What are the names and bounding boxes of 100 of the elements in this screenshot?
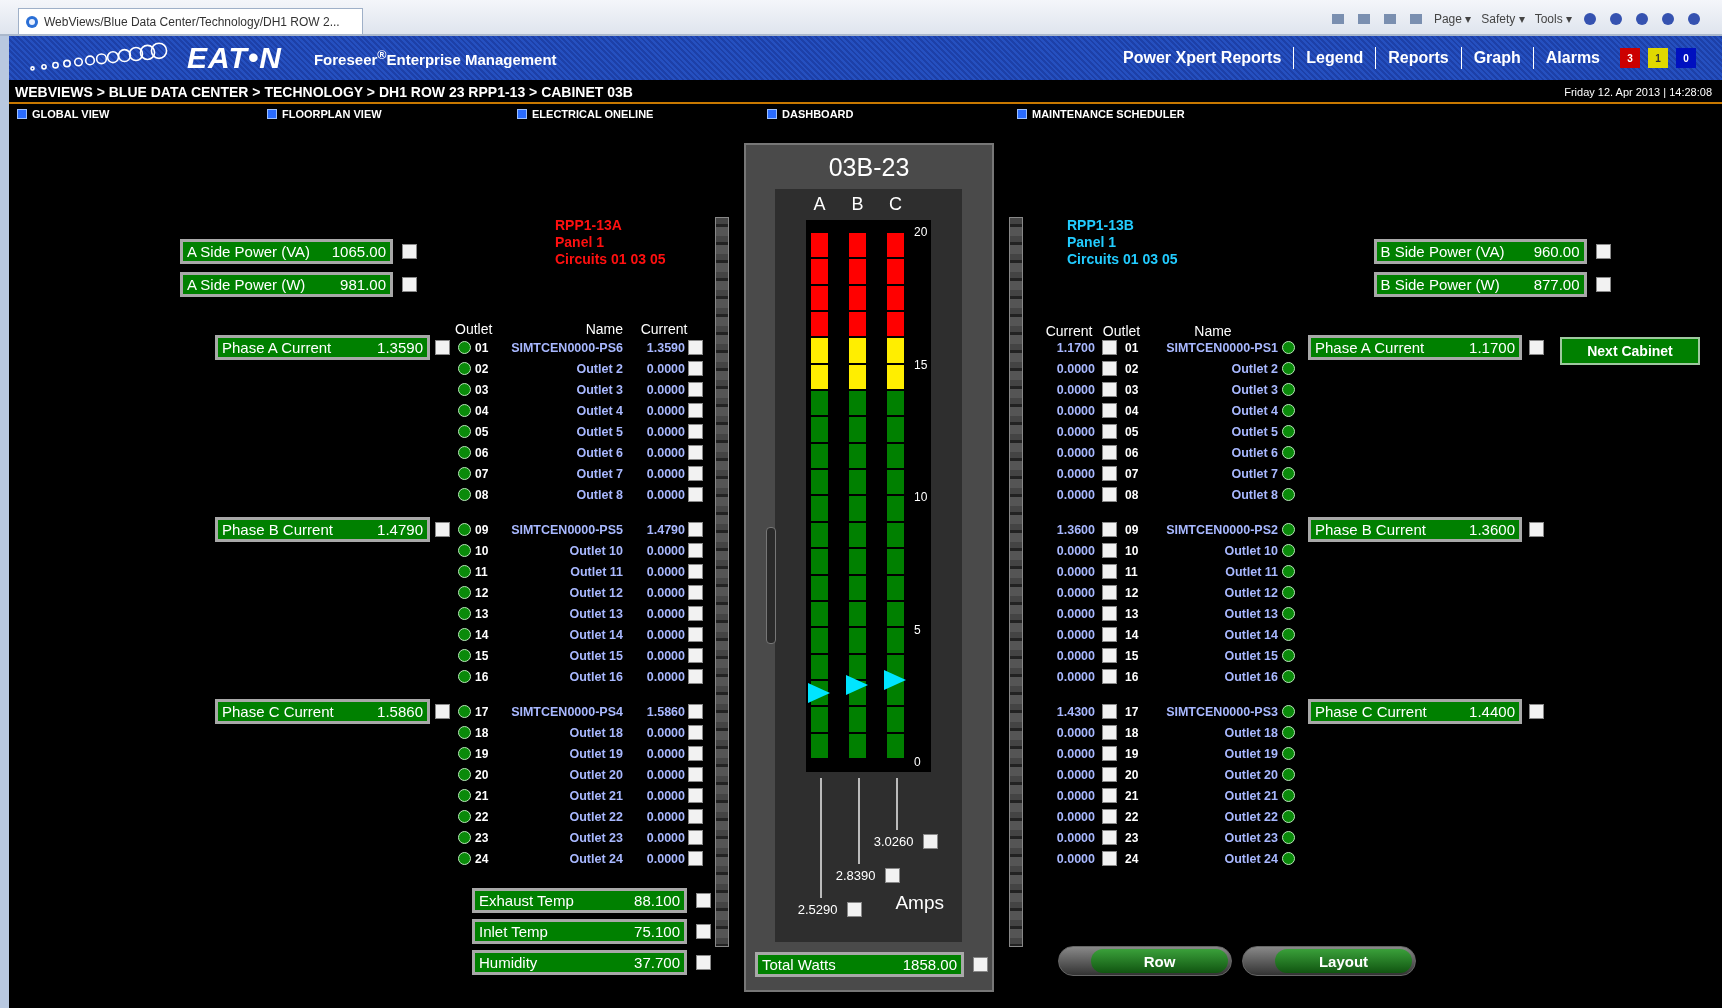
nav-link[interactable]: Graph — [1461, 49, 1533, 67]
checkbox[interactable] — [1101, 424, 1117, 439]
outlet-name[interactable]: Outlet 2 — [497, 361, 623, 376]
checkbox[interactable] — [687, 704, 703, 719]
toolbar-icon[interactable] — [1381, 11, 1398, 27]
outlet-name[interactable]: Outlet 3 — [497, 382, 623, 397]
outlet-name[interactable]: Outlet 6 — [1148, 445, 1278, 460]
outlet-name[interactable]: Outlet 10 — [1148, 543, 1278, 558]
checkbox[interactable] — [687, 361, 703, 376]
toolbar-icon[interactable] — [1660, 11, 1676, 27]
browser-tab[interactable]: WebViews/Blue Data Center/Technology/DH1 ROW 2... — [18, 8, 363, 34]
toolbar-icon[interactable] — [1407, 11, 1424, 27]
outlet-name[interactable]: Outlet 4 — [1148, 403, 1278, 418]
outlet-name[interactable]: Outlet 24 — [1148, 851, 1278, 866]
checkbox[interactable] — [1528, 704, 1544, 719]
checkbox[interactable] — [1595, 244, 1611, 259]
outlet-name[interactable]: Outlet 19 — [497, 746, 623, 761]
outlet-name[interactable]: Outlet 18 — [497, 725, 623, 740]
checkbox[interactable] — [687, 424, 703, 439]
checkbox[interactable] — [1101, 340, 1117, 355]
toolbar-icon[interactable] — [1355, 11, 1372, 27]
outlet-name[interactable]: Outlet 11 — [497, 564, 623, 579]
checkbox[interactable] — [1101, 466, 1117, 481]
outlet-name[interactable]: Outlet 12 — [1148, 585, 1278, 600]
outlet-name[interactable]: Outlet 10 — [497, 543, 623, 558]
outlet-name[interactable]: Outlet 18 — [1148, 725, 1278, 740]
quick-link[interactable]: DASHBOARD — [782, 108, 854, 120]
next-cabinet-button[interactable]: Next Cabinet — [1560, 337, 1700, 365]
checkbox[interactable] — [1101, 746, 1117, 761]
checkbox[interactable] — [687, 809, 703, 824]
checkbox[interactable] — [846, 902, 862, 917]
checkbox[interactable] — [687, 851, 703, 866]
toolbar-icon[interactable] — [1608, 11, 1624, 27]
checkbox[interactable] — [435, 340, 450, 355]
outlet-name[interactable]: Outlet 12 — [497, 585, 623, 600]
checkbox[interactable] — [687, 585, 703, 600]
checkbox[interactable] — [687, 403, 703, 418]
checkbox[interactable] — [435, 704, 450, 719]
outlet-name[interactable]: Outlet 14 — [497, 627, 623, 642]
checkbox[interactable] — [1101, 606, 1117, 621]
checkbox[interactable] — [1101, 543, 1117, 558]
checkbox[interactable] — [1101, 445, 1117, 460]
outlet-name[interactable]: Outlet 16 — [1148, 669, 1278, 684]
alarm-badge[interactable]: 0 — [1676, 48, 1696, 68]
checkbox[interactable] — [1101, 627, 1117, 642]
checkbox[interactable] — [687, 788, 703, 803]
checkbox[interactable] — [435, 522, 450, 537]
checkbox[interactable] — [1101, 830, 1117, 845]
checkbox[interactable] — [1101, 648, 1117, 663]
checkbox[interactable] — [1528, 522, 1544, 537]
checkbox[interactable] — [1101, 487, 1117, 502]
toolbar-icon[interactable] — [1634, 11, 1650, 27]
outlet-name[interactable]: Outlet 8 — [1148, 487, 1278, 502]
checkbox[interactable] — [687, 445, 703, 460]
outlet-name[interactable]: Outlet 5 — [497, 424, 623, 439]
checkbox[interactable] — [687, 725, 703, 740]
checkbox[interactable] — [696, 924, 711, 939]
outlet-name[interactable]: Outlet 13 — [497, 606, 623, 621]
checkbox[interactable] — [1101, 403, 1117, 418]
outlet-name[interactable]: Outlet 3 — [1148, 382, 1278, 397]
nav-link[interactable]: Power Xpert Reports — [1111, 49, 1294, 67]
checkbox[interactable] — [922, 834, 938, 849]
outlet-name[interactable]: Outlet 14 — [1148, 627, 1278, 642]
outlet-name[interactable]: SIMTCEN0000-PS4 — [497, 704, 623, 719]
outlet-name[interactable]: Outlet 5 — [1148, 424, 1278, 439]
checkbox[interactable] — [687, 340, 703, 355]
browser-menu[interactable]: Page ▾ — [1433, 12, 1472, 26]
alarm-badge[interactable]: 3 — [1620, 48, 1640, 68]
checkbox[interactable] — [687, 522, 703, 537]
outlet-name[interactable]: Outlet 15 — [1148, 648, 1278, 663]
outlet-name[interactable]: Outlet 7 — [497, 466, 623, 481]
checkbox[interactable] — [687, 606, 703, 621]
outlet-name[interactable]: Outlet 16 — [497, 669, 623, 684]
outlet-name[interactable]: Outlet 7 — [1148, 466, 1278, 481]
outlet-name[interactable]: SIMTCEN0000-PS6 — [497, 340, 623, 355]
outlet-name[interactable]: Outlet 13 — [1148, 606, 1278, 621]
outlet-name[interactable]: Outlet 20 — [1148, 767, 1278, 782]
quick-link[interactable]: ELECTRICAL ONELINE — [532, 108, 654, 120]
outlet-name[interactable]: Outlet 22 — [1148, 809, 1278, 824]
checkbox[interactable] — [687, 627, 703, 642]
outlet-name[interactable]: Outlet 23 — [1148, 830, 1278, 845]
checkbox[interactable] — [687, 767, 703, 782]
checkbox[interactable] — [687, 830, 703, 845]
toolbar-icon[interactable] — [1582, 11, 1598, 27]
nav-link[interactable]: Alarms — [1533, 49, 1612, 67]
checkbox[interactable] — [973, 957, 988, 972]
outlet-name[interactable]: Outlet 20 — [497, 767, 623, 782]
outlet-name[interactable]: Outlet 22 — [497, 809, 623, 824]
quick-link[interactable]: MAINTENANCE SCHEDULER — [1032, 108, 1185, 120]
checkbox[interactable] — [1101, 669, 1117, 684]
quick-link[interactable]: FLOORPLAN VIEW — [282, 108, 382, 120]
outlet-name[interactable]: Outlet 6 — [497, 445, 623, 460]
checkbox[interactable] — [1101, 522, 1117, 537]
checkbox[interactable] — [1101, 725, 1117, 740]
outlet-name[interactable]: Outlet 15 — [497, 648, 623, 663]
checkbox[interactable] — [402, 244, 417, 259]
checkbox[interactable] — [687, 648, 703, 663]
checkbox[interactable] — [1101, 788, 1117, 803]
browser-menu[interactable]: Tools ▾ — [1534, 12, 1572, 26]
outlet-name[interactable]: SIMTCEN0000-PS2 — [1148, 522, 1278, 537]
